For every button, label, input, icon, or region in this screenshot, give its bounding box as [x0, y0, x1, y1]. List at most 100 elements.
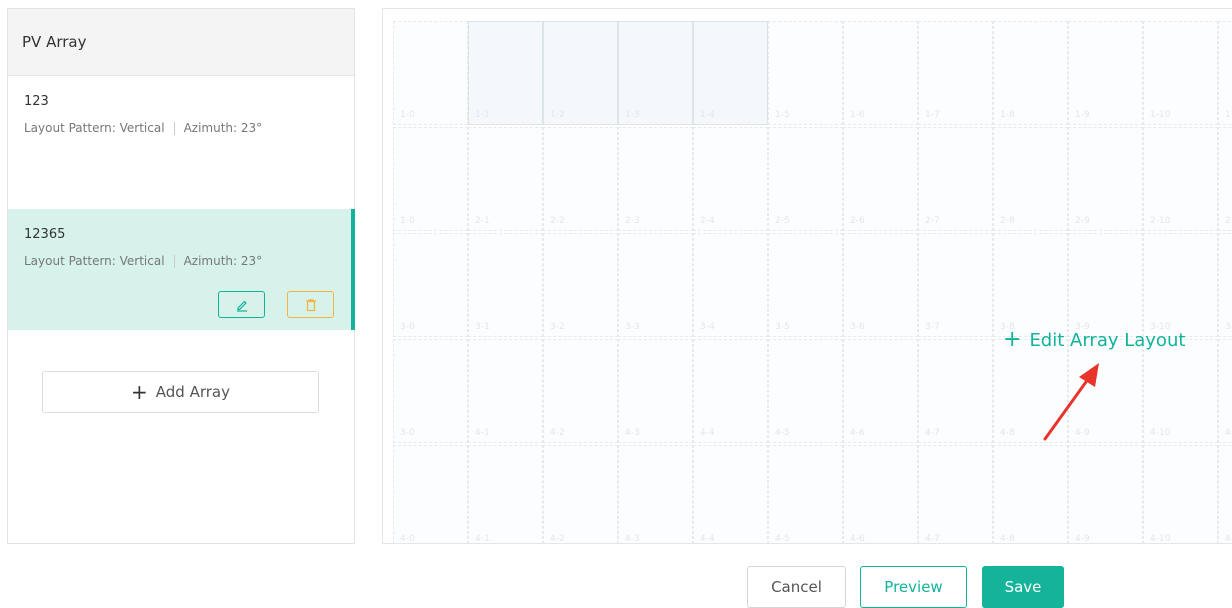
grid-cell[interactable]: 4-7	[918, 445, 993, 543]
grid-cell[interactable]: 4-8	[993, 445, 1068, 544]
grid-cell[interactable]: 2-1	[468, 127, 543, 231]
grid-cell[interactable]: 1-5	[768, 21, 843, 125]
azimuth-text: Azimuth: 23°	[183, 254, 263, 268]
cell-label: 4-8	[1000, 534, 1015, 544]
grid-cell[interactable]: 1-0	[393, 127, 468, 231]
grid-row: 1-0 1-1 1-2 1-3 1-4 1-5 1-6 1-7 1-8 1-9 1-10 1-11	[393, 21, 1232, 127]
grid-cell[interactable]: 2-6	[843, 127, 918, 231]
grid-cell[interactable]: 2-4	[693, 127, 768, 231]
cell-label: 3-5	[775, 322, 790, 332]
grid-cell[interactable]: 1-11	[1218, 21, 1232, 125]
grid-cell[interactable]: 4-5	[768, 445, 843, 543]
grid-cell[interactable]: 4-3	[618, 339, 693, 443]
meta-divider	[173, 254, 175, 268]
cell-label: 2-1	[475, 216, 490, 226]
cell-label: 4-3	[625, 428, 640, 438]
cell-label: 1-9	[1075, 110, 1090, 120]
cell-label: 4-11	[1225, 428, 1232, 438]
cell-label: 4-0	[400, 534, 415, 544]
grid-cell[interactable]: 3-10	[1143, 233, 1218, 337]
add-array-button[interactable]: + Add Array	[42, 371, 319, 413]
grid-cell[interactable]: 3-2	[543, 233, 618, 337]
grid-cell[interactable]: 2-11	[1218, 127, 1232, 231]
grid-cell[interactable]: 3-4	[693, 233, 768, 337]
grid-cell[interactable]: 3-9	[1068, 233, 1143, 337]
cell-label: 1-5	[775, 110, 790, 120]
array-name: 12365	[24, 227, 66, 242]
cell-label: 3-0	[400, 428, 415, 438]
delete-array-button[interactable]	[287, 291, 334, 318]
grid-cell[interactable]: 4-4	[693, 339, 768, 443]
plus-icon: +	[1003, 327, 1022, 352]
grid-cell[interactable]: 4-1	[468, 339, 543, 443]
cell-label: 2-9	[1075, 216, 1090, 226]
cell-label: 2-7	[925, 216, 940, 226]
grid-cell[interactable]: 4-2	[543, 445, 618, 543]
cell-label: 1-8	[1000, 110, 1015, 120]
edit-array-button[interactable]	[218, 291, 265, 318]
cell-label: 4-3	[625, 534, 640, 544]
grid-cell[interactable]: 2-5	[768, 127, 843, 231]
array-name: 123	[24, 94, 49, 109]
grid-cell[interactable]: 3-0	[393, 233, 468, 337]
grid-cell[interactable]: 4-2	[543, 339, 618, 443]
grid-cell[interactable]: 1-9	[1068, 21, 1143, 125]
grid-cell[interactable]: 1-7	[918, 21, 993, 125]
cell-label: 2-8	[1000, 216, 1015, 226]
grid-cell[interactable]: 2-8	[993, 127, 1068, 231]
grid-cell[interactable]: 3-1	[468, 233, 543, 337]
array-item-selected[interactable]: 12365 Layout Pattern: Vertical Azimuth: …	[8, 209, 355, 330]
pv-array-panel: PV Array 123 Layout Pattern: Vertical Az…	[7, 8, 355, 544]
grid-cell[interactable]: 4-9	[1068, 445, 1143, 543]
cell-label: 4-10	[1150, 428, 1171, 438]
cell-label: 3-7	[925, 322, 940, 332]
grid-cell[interactable]: 4-6	[843, 339, 918, 443]
array-item[interactable]: 123 Layout Pattern: Vertical Azimuth: 23…	[8, 76, 354, 209]
grid-cell[interactable]: 2-7	[918, 127, 993, 231]
cell-label: 2-10	[1150, 216, 1171, 226]
grid-cell[interactable]: 4-5	[768, 339, 843, 443]
grid-cell[interactable]: 3-8	[993, 233, 1068, 337]
cancel-button[interactable]: Cancel	[747, 566, 846, 608]
grid-cell[interactable]: 4-10	[1143, 445, 1218, 543]
grid-cell[interactable]: 4-10	[1143, 339, 1218, 443]
grid-cell[interactable]: 3-11	[1218, 233, 1232, 337]
grid-cell[interactable]: 2-3	[618, 127, 693, 231]
pv-panel-cell[interactable]: 1-2	[543, 21, 618, 125]
cell-label: 4-1	[475, 428, 490, 438]
pv-panel-cell[interactable]: 1-3	[618, 21, 693, 125]
grid-cell[interactable]: 3-6	[843, 233, 918, 337]
grid-cell[interactable]: 4-0	[393, 445, 468, 544]
grid-cell[interactable]: 4-7	[918, 339, 993, 443]
grid-cell[interactable]: 3-5	[768, 233, 843, 337]
grid-cell[interactable]: 4-3	[618, 445, 693, 544]
grid-cell[interactable]: 4-4	[693, 445, 768, 544]
array-meta: Layout Pattern: Vertical Azimuth: 23°	[24, 121, 338, 135]
grid-cell[interactable]: 4-11	[1218, 339, 1232, 443]
grid-cell[interactable]: 3-0	[393, 339, 468, 443]
cell-label: 3-6	[850, 322, 865, 332]
cell-label: 3-2	[550, 322, 565, 332]
save-button[interactable]: Save	[982, 566, 1064, 608]
grid-cell[interactable]: 3-7	[918, 233, 993, 337]
grid-cell[interactable]: 1-8	[993, 21, 1068, 125]
array-meta: Layout Pattern: Vertical Azimuth: 23°	[24, 254, 338, 268]
grid-cell[interactable]: 1-0	[393, 21, 468, 125]
grid-cell[interactable]: 4-11	[1218, 445, 1232, 543]
grid-cell[interactable]: 4-1	[468, 445, 543, 543]
grid-cell[interactable]: 1-6	[843, 21, 918, 125]
grid-cell[interactable]: 3-3	[618, 233, 693, 337]
pv-panel-cell[interactable]: 1-1	[468, 21, 543, 125]
grid-cell[interactable]: 2-10	[1143, 127, 1218, 231]
pv-panel-cell[interactable]: 1-4	[693, 21, 768, 125]
grid-cell[interactable]: 2-2	[543, 127, 618, 231]
edit-array-layout-button[interactable]: + Edit Array Layout	[1003, 329, 1185, 351]
grid-cell[interactable]: 4-6	[843, 445, 918, 543]
cell-label: 4-4	[700, 534, 715, 544]
cell-label: 2-6	[850, 216, 865, 226]
preview-button[interactable]: Preview	[860, 566, 967, 608]
array-grid: 1-01-11-21-31-41-51-61-71-81-91-101-111-…	[393, 21, 1232, 544]
grid-cell[interactable]: 2-9	[1068, 127, 1143, 231]
grid-cell[interactable]: 1-10	[1143, 21, 1218, 125]
array-layout-canvas[interactable]: 1-01-11-21-31-41-51-61-71-81-91-101-111-…	[382, 8, 1232, 544]
